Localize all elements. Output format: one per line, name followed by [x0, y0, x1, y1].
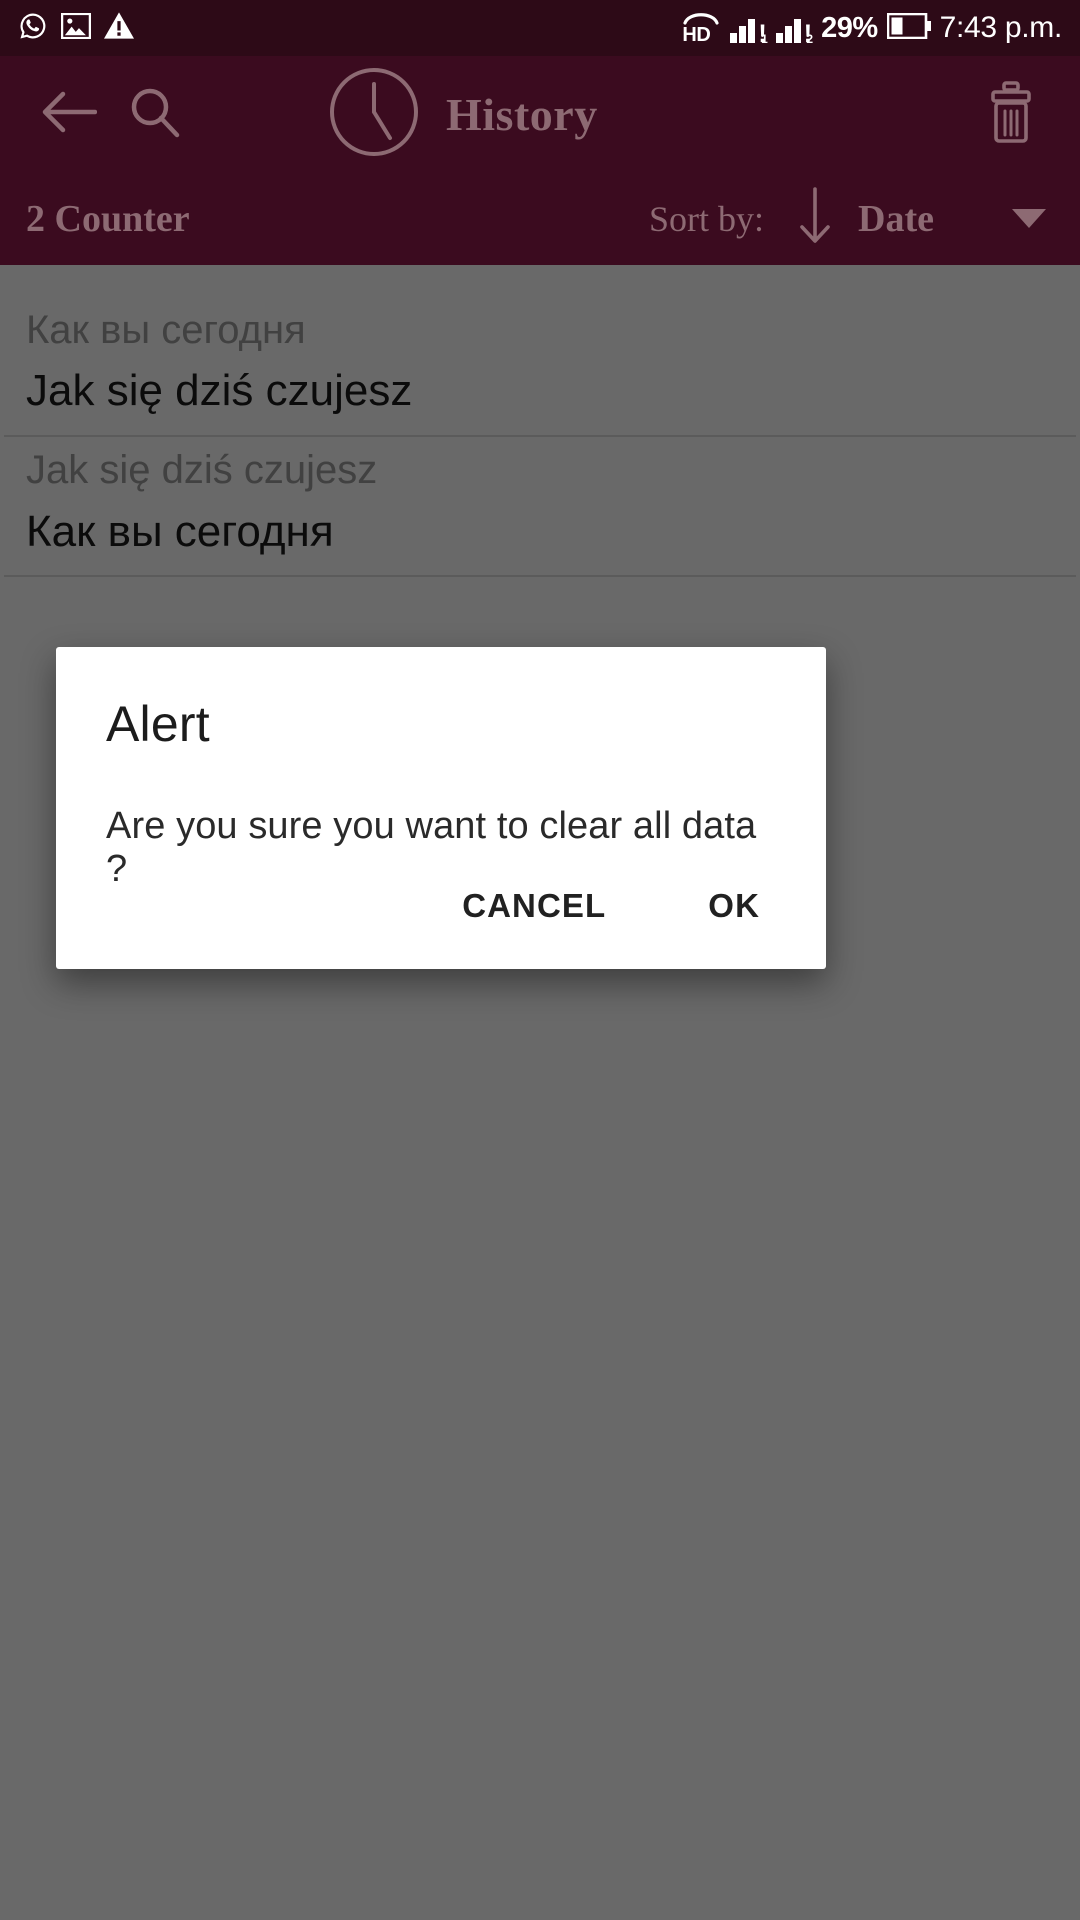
app-root: HD ! 1 ! 2 29% 7:43 p.m. History 2 Count…	[0, 0, 1080, 1920]
app-bar: History	[0, 56, 1080, 172]
trash-icon	[985, 80, 1037, 148]
sim2-label: 2	[806, 32, 814, 46]
cancel-button[interactable]: CANCEL	[440, 869, 628, 943]
signal-bars-sim2-icon: ! 2	[775, 13, 814, 47]
sim1-label: 1	[761, 32, 768, 46]
warning-icon	[104, 12, 134, 44]
status-bar: HD ! 1 ! 2 29% 7:43 p.m.	[0, 0, 1080, 56]
sort-control[interactable]: Sort by: Date	[649, 187, 1054, 250]
signal-bars-sim1-icon: ! 1	[730, 13, 768, 47]
battery-percent-label: 29%	[821, 11, 878, 44]
battery-icon	[886, 12, 931, 44]
arrow-down-icon[interactable]	[798, 187, 832, 250]
search-icon	[128, 85, 182, 144]
back-button[interactable]	[26, 71, 112, 157]
alert-dialog: Alert Are you sure you want to clear all…	[56, 647, 826, 969]
sort-by-label: Sort by:	[649, 198, 765, 239]
history-clock-indicator	[328, 66, 420, 163]
volte-hd-icon: HD	[681, 10, 721, 46]
counter-label: 2 Counter	[26, 197, 190, 240]
status-bar-right-icons: HD ! 1 ! 2 29% 7:43 p.m.	[681, 10, 1063, 47]
sort-bar: 2 Counter Sort by: Date	[0, 172, 1080, 265]
dialog-actions: CANCEL OK	[440, 869, 782, 943]
search-button[interactable]	[112, 71, 198, 157]
page-title: History	[446, 88, 598, 140]
arrow-left-icon	[41, 90, 98, 139]
dialog-scrim[interactable]	[0, 265, 1080, 1920]
dialog-title: Alert	[106, 696, 210, 752]
hd-label: HD	[682, 24, 711, 46]
status-bar-clock: 7:43 p.m.	[939, 11, 1063, 44]
chevron-down-icon[interactable]	[1012, 209, 1046, 228]
ok-button[interactable]: OK	[686, 869, 782, 943]
clear-all-button[interactable]	[968, 71, 1054, 157]
status-bar-left-icons	[18, 11, 134, 46]
whatsapp-icon	[18, 11, 48, 46]
image-icon	[60, 11, 92, 44]
sort-value-label[interactable]: Date	[858, 197, 934, 241]
clock-icon	[328, 67, 420, 162]
